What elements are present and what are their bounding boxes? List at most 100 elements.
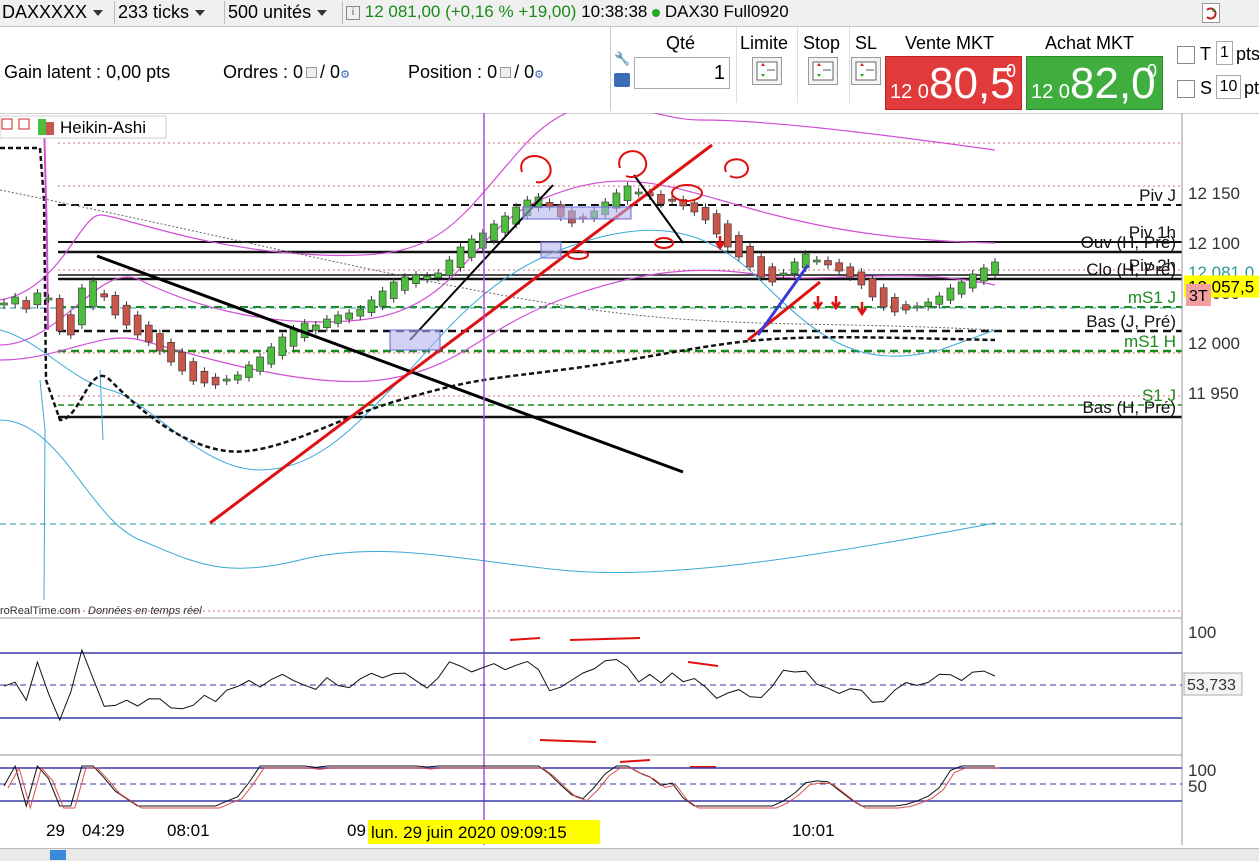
candle-body (267, 346, 276, 365)
time-axis[interactable]: 29 04:29 08:01 09 10:01 lun. 29 juin 202… (46, 820, 835, 844)
quote-bar: i 12 081,00 (+0,16 % +19,00) 10:38:38 DA… (346, 1, 789, 24)
candle-body (501, 215, 509, 233)
candle-body (133, 314, 142, 336)
red-trendline[interactable] (209, 143, 713, 525)
expand-icon[interactable] (18, 118, 30, 130)
buy-price-prefix: 12 0 (1031, 81, 1070, 103)
stoch-k-line (3, 764, 995, 808)
price-axis-tick: 12 000 (1188, 334, 1240, 353)
rsi-axis: 100 53,733 (1183, 623, 1243, 696)
gain-indicator: Gain latent : 0,00 pts (4, 62, 170, 83)
sell-market-button[interactable]: 12 0 80,5 0 (885, 56, 1022, 110)
candle-body (55, 298, 64, 332)
quote-time: 10:38:38 (581, 2, 648, 21)
position-settings-icon[interactable]: ⚙ (534, 69, 544, 81)
candle-body (456, 246, 465, 268)
dotted-ma-line (0, 189, 996, 331)
collapse-icon[interactable] (1, 118, 13, 130)
price-axis[interactable]: 12 15012 10012 05012 00011 95012 081,012… (1184, 184, 1259, 403)
blue-zone-box[interactable] (522, 206, 632, 220)
last-price: 12 081,00 (+0,16 % +19,00) (364, 2, 577, 21)
cursor-date-label: lun. 29 juin 2020 09:09:15 (371, 823, 567, 842)
sell-label: Vente MKT (905, 33, 995, 53)
candle-body (746, 245, 754, 268)
time-axis-tick: 09 (347, 821, 366, 840)
pivot-level-label: Bas (J, Pré) (1086, 312, 1176, 331)
candle-body (189, 361, 198, 382)
position-total: / 0 (514, 62, 535, 82)
s-value-input[interactable]: 10 (1216, 75, 1241, 99)
limit-order-button[interactable] (752, 57, 782, 85)
candle-body (389, 281, 398, 299)
time-axis-tick: 08:01 (167, 821, 210, 840)
candle-body (245, 364, 253, 378)
candle-body (790, 261, 799, 275)
pivot-level-label: mS1 J (1128, 288, 1176, 307)
t-checkbox[interactable] (1177, 46, 1195, 64)
buy-price-main: 82,0 (1070, 59, 1156, 108)
orders-settings-icon[interactable]: ⚙ (340, 69, 350, 81)
candle-body (111, 295, 120, 316)
instrument-dropdown[interactable]: DAXXXXX (0, 1, 115, 24)
sell-price-main: 80,5 (929, 59, 1015, 108)
refresh-icon[interactable] (1202, 3, 1220, 23)
qty-label: Qté (666, 33, 696, 53)
orders-count: 0 (293, 62, 304, 82)
info-icon[interactable]: i (346, 5, 360, 20)
s-label: S (1200, 78, 1213, 98)
candle-body (690, 202, 699, 213)
heikin-ashi-icon (46, 122, 54, 135)
candle-body (902, 304, 910, 311)
data-source-sub-label: Données en temps réel (88, 605, 202, 617)
pivot-level-label: Bas (H, Pré) (1082, 398, 1176, 417)
buy-market-button[interactable]: 12 0 82,0 0 (1026, 56, 1163, 110)
price-chart[interactable]: Piv JPiv 1hOuv (H, Pré)Piv 2hClo (H, Pré… (0, 113, 1259, 848)
t-value-input[interactable]: 1 (1216, 41, 1233, 65)
candle-body (757, 256, 765, 278)
candle-body (623, 185, 632, 201)
candle-body (634, 191, 643, 195)
candle-body (401, 276, 409, 291)
candle-body (311, 324, 320, 331)
candle-body (234, 374, 242, 381)
data-source-label: roRealTime.com (0, 605, 80, 617)
time-axis-tick: 29 (46, 821, 65, 840)
bottom-scrollbar[interactable] (0, 848, 1259, 861)
wrench-icon[interactable]: 🔧 (614, 51, 630, 67)
gain-label: Gain latent : (4, 62, 102, 82)
orders-cancel-icon[interactable] (306, 67, 318, 78)
candle-body (968, 273, 977, 289)
blue-zone-box[interactable] (540, 241, 562, 259)
position-count: 0 (487, 62, 498, 82)
candle-body (434, 272, 443, 278)
candle-body (957, 281, 966, 295)
candle-body (378, 290, 387, 307)
candle-body (935, 295, 944, 305)
stoch-d-line (7, 766, 999, 810)
candle-body (913, 305, 921, 309)
stop-loss-button[interactable] (851, 57, 881, 85)
candle-body (768, 266, 777, 283)
hand-drawn-mark (724, 158, 750, 179)
units-dropdown[interactable]: 500 unités (226, 1, 343, 24)
blue-zone-box[interactable] (389, 329, 441, 351)
qty-input[interactable]: 1 (634, 57, 730, 89)
stop-order-button[interactable] (808, 57, 838, 85)
candle-body (89, 280, 97, 307)
position-close-icon[interactable] (500, 67, 512, 78)
trend-drawings (96, 143, 868, 525)
scroll-thumb[interactable] (50, 850, 66, 860)
pivot-level-label: mS1 H (1124, 332, 1176, 351)
divider (610, 27, 611, 111)
candle-body (701, 207, 710, 221)
position-label: Position : (408, 62, 483, 82)
ticks-dropdown[interactable]: 233 ticks (116, 1, 225, 24)
buy-label: Achat MKT (1045, 33, 1135, 53)
candle-body (824, 260, 832, 266)
calculator-icon[interactable] (614, 73, 630, 87)
s-checkbox[interactable] (1177, 80, 1195, 98)
candle-body (100, 293, 109, 298)
candle-body (490, 223, 498, 241)
candle-body (178, 351, 186, 372)
sell-price-fraction: 0 (1006, 61, 1017, 81)
